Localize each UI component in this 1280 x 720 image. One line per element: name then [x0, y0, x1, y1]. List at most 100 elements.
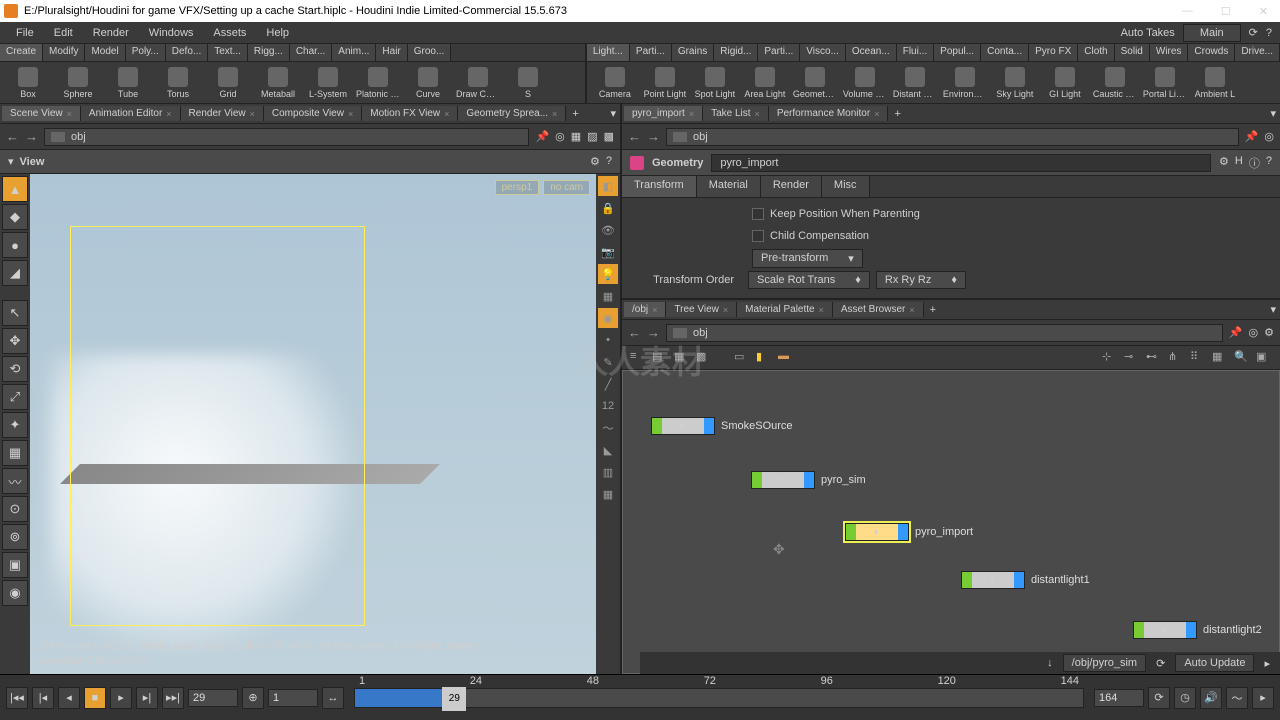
region-tool[interactable]: ◢: [2, 260, 28, 286]
curve-icon[interactable]: 〜: [598, 418, 618, 438]
shelf-tool[interactable]: Draw Curve: [454, 65, 502, 101]
key-button[interactable]: ⊕: [242, 687, 264, 709]
nav-back-icon[interactable]: ←: [6, 129, 19, 144]
gear-icon[interactable]: ⚙: [1219, 155, 1229, 171]
shelf-tab[interactable]: Pyro FX: [1029, 44, 1078, 61]
frame-icon[interactable]: ▣: [1256, 350, 1272, 366]
next-frame-button[interactable]: ▸|: [136, 687, 158, 709]
shelf-tab[interactable]: Hair: [376, 44, 407, 61]
net-fwd-icon[interactable]: →: [647, 325, 660, 340]
net-target-icon[interactable]: ◎: [1249, 326, 1259, 339]
inspect-tool[interactable]: ◉: [2, 580, 28, 606]
playhead[interactable]: 29: [442, 687, 466, 711]
pane-tab[interactable]: Material Palette ×: [737, 302, 833, 317]
shelf-tool[interactable]: Sphere: [54, 65, 102, 101]
refresh-icon[interactable]: ⟳: [1156, 657, 1165, 670]
param-tab[interactable]: Misc: [822, 176, 870, 197]
network-path-field[interactable]: obj: [666, 324, 1223, 342]
shelf-tab[interactable]: Groo...: [408, 44, 452, 61]
align-h-icon[interactable]: ⊸: [1124, 350, 1140, 366]
param-path-field[interactable]: obj: [666, 128, 1239, 146]
pencil-icon[interactable]: ✎: [598, 352, 618, 372]
shelf-tab[interactable]: Model: [85, 44, 125, 61]
shelf-tool[interactable]: Volume Light: [841, 65, 889, 101]
pane-tab[interactable]: Tree View ×: [666, 302, 737, 317]
shelf-tab[interactable]: Grains: [672, 44, 714, 61]
scene-path-field[interactable]: obj: [44, 128, 529, 146]
group-icon[interactable]: ▭: [734, 350, 750, 366]
menu-render[interactable]: Render: [85, 25, 137, 41]
shelf-tab[interactable]: Flui...: [897, 44, 934, 61]
net-back-icon[interactable]: ←: [628, 325, 641, 340]
shelf-tab[interactable]: Create: [0, 44, 43, 61]
stop-button[interactable]: ■: [84, 687, 106, 709]
current-frame-field[interactable]: [188, 689, 238, 707]
list-icon[interactable]: ≡: [630, 350, 646, 366]
shelf-tool[interactable]: Grid: [204, 65, 252, 101]
shelf-tab[interactable]: Parti...: [630, 44, 672, 61]
shelf-tool[interactable]: Platonic Sol...: [354, 65, 402, 101]
table-icon[interactable]: ▦: [674, 350, 690, 366]
shade-icon[interactable]: ▥: [598, 462, 618, 482]
shelf-tab[interactable]: Text...: [208, 44, 248, 61]
network-node[interactable]: ◐SmokeSOurce: [651, 417, 793, 435]
first-frame-button[interactable]: |◂◂: [6, 687, 28, 709]
view-menu-icon[interactable]: ▾: [8, 155, 14, 168]
pane-tab[interactable]: Scene View ×: [2, 106, 81, 121]
eye-icon[interactable]: 👁: [598, 220, 618, 240]
prev-frame-button[interactable]: |◂: [32, 687, 54, 709]
pane-tab[interactable]: Render View ×: [181, 106, 264, 121]
grid2-icon[interactable]: ▦: [1212, 350, 1228, 366]
dot-icon[interactable]: •: [598, 330, 618, 350]
play-button[interactable]: ▸: [110, 687, 132, 709]
material-icon[interactable]: ◉: [598, 308, 618, 328]
param-back-icon[interactable]: ←: [628, 129, 641, 144]
scene-viewport[interactable]: persp1 no cam Left mouse tumbles. Middle…: [30, 174, 596, 674]
pretransform-dropdown[interactable]: Pre-transform▾: [752, 249, 863, 268]
snap-curve-tool[interactable]: 〰: [2, 468, 28, 494]
pane-tab[interactable]: Motion FX View ×: [362, 106, 458, 121]
auto-takes-toggle[interactable]: Auto Takes: [1121, 27, 1175, 39]
ghost-icon[interactable]: ▦: [571, 130, 581, 143]
snap-grid-tool[interactable]: ▦: [2, 440, 28, 466]
nocam-dropdown[interactable]: no cam: [543, 180, 590, 195]
shelf-tool[interactable]: Caustic Light: [1091, 65, 1139, 101]
tree-icon[interactable]: ⋔: [1168, 350, 1184, 366]
menu-windows[interactable]: Windows: [141, 25, 202, 41]
snap-multi-tool[interactable]: ⊚: [2, 524, 28, 550]
add-tab-button[interactable]: +: [888, 106, 906, 122]
shelf-tool[interactable]: GI Light: [1041, 65, 1089, 101]
axis-tool[interactable]: ✦: [2, 412, 28, 438]
net-pin-icon[interactable]: 📌: [1229, 326, 1243, 339]
shelf-tab[interactable]: Defo...: [166, 44, 208, 61]
camera-dropdown[interactable]: persp1: [495, 180, 540, 195]
shelf-tab[interactable]: Rigg...: [248, 44, 290, 61]
shelf-tool[interactable]: Portal Light: [1141, 65, 1189, 101]
move-tool[interactable]: ✥: [2, 328, 28, 354]
bg-icon[interactable]: ▦: [598, 286, 618, 306]
shelf-tab[interactable]: Drive...: [1235, 44, 1280, 61]
pane-tab[interactable]: Geometry Sprea... ×: [458, 106, 566, 121]
timeline-track[interactable]: 124487296120144 29: [354, 688, 1084, 708]
pane-tab[interactable]: Composite View ×: [264, 106, 362, 121]
sticky-icon[interactable]: ▮: [756, 350, 772, 366]
param-tab[interactable]: Render: [761, 176, 822, 197]
help-icon[interactable]: ?: [1266, 27, 1272, 39]
shelf-tool[interactable]: Geometry L...: [791, 65, 839, 101]
scale-tool[interactable]: ⤢: [2, 384, 28, 410]
global-opts-icon[interactable]: ▸: [1252, 687, 1274, 709]
shelf-tool[interactable]: Box: [4, 65, 52, 101]
realtime-icon[interactable]: ◷: [1174, 687, 1196, 709]
dots-icon[interactable]: ⠿: [1190, 350, 1206, 366]
light-icon[interactable]: 💡: [598, 264, 618, 284]
status-path[interactable]: /obj/pyro_sim: [1063, 654, 1146, 672]
shelf-tab[interactable]: Conta...: [981, 44, 1029, 61]
network-node[interactable]: ◐distantlight1: [961, 571, 1090, 589]
grid-icon[interactable]: ▩: [696, 350, 712, 366]
brush-tool[interactable]: ●: [2, 232, 28, 258]
range-lock-icon[interactable]: ↔: [322, 687, 344, 709]
shelf-tool[interactable]: Torus: [154, 65, 202, 101]
filter-icon[interactable]: H: [1235, 155, 1243, 171]
shelf-tab[interactable]: Ocean...: [846, 44, 897, 61]
shelf-tool[interactable]: Environmen...: [941, 65, 989, 101]
